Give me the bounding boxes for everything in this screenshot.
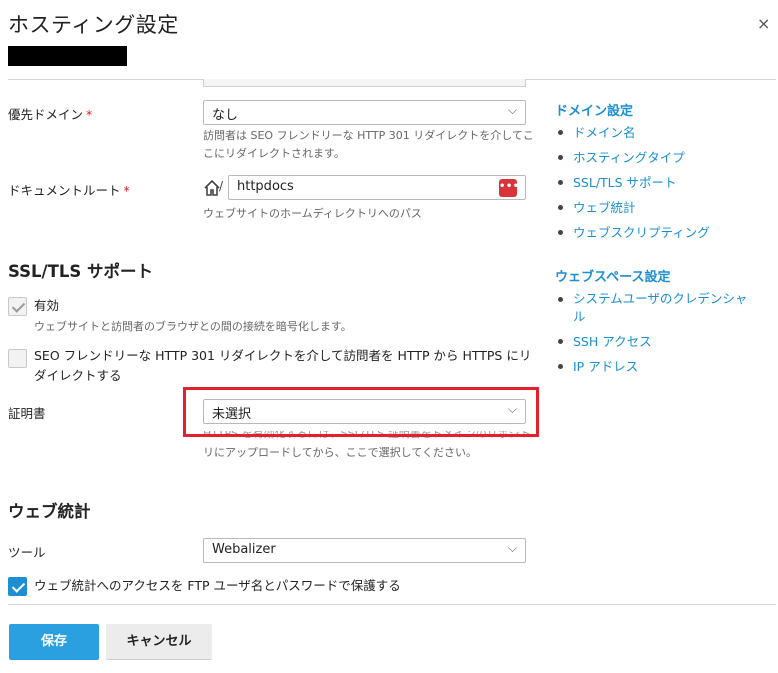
document-root-value: httpdocs xyxy=(237,179,294,194)
cancel-button[interactable]: キャンセル xyxy=(106,624,212,660)
chevron-down-icon: ⌵ xyxy=(507,541,517,555)
preferred-domain-value: なし xyxy=(212,108,239,123)
sidebar-item-ssl[interactable]: SSL/TLS サポート xyxy=(556,170,710,195)
preferred-domain-hint-line2: こにリダイレクトされます。 xyxy=(203,147,345,160)
sidebar-webspace-list: システムユーザのクレデンシャル SSH アクセス IP アドレス xyxy=(556,286,756,379)
sidebar-webspace-heading[interactable]: ウェブスペース設定 xyxy=(555,266,670,285)
stats-tool-value: Webalizer xyxy=(212,542,276,557)
dialog-title: ホスティング設定 xyxy=(8,13,179,37)
stats-tool-label: ツール xyxy=(8,545,46,560)
ssl-enabled-hint: ウェブサイトと訪問者のブラウザとの間の接続を暗号化します。 xyxy=(34,320,352,333)
sidebar-domain-heading[interactable]: ドメイン設定 xyxy=(555,100,633,119)
browse-folder-icon[interactable]: ••• xyxy=(499,179,519,197)
certificate-hint-line2: リにアップロードしてから、ここで選択してください。 xyxy=(203,446,478,459)
stats-protect-label: ウェブ統計へのアクセスを FTP ユーザ名とパスワードで保護する xyxy=(34,578,401,593)
document-root-input[interactable]: httpdocs ••• xyxy=(228,175,526,200)
ssl-enabled-label: 有効 xyxy=(34,298,60,313)
preferred-domain-hint: 訪問者は SEO フレンドリーな HTTP 301 リダイレクトを介してこ こに… xyxy=(203,127,534,163)
https-redirect-label: SEO フレンドリーな HTTP 301 リダイレクトを介して訪問者を HTTP… xyxy=(34,346,531,386)
https-redirect-label-line1: SEO フレンドリーな HTTP 301 リダイレクトを介して訪問者を HTTP… xyxy=(34,348,532,363)
stats-protect-checkbox[interactable] xyxy=(8,577,27,596)
document-root-label-text: ドキュメントルート xyxy=(8,183,121,198)
sidebar-item-web-stats[interactable]: ウェブ統計 xyxy=(556,195,710,220)
preferred-domain-label: 優先ドメイン * xyxy=(8,104,92,123)
document-root-prefix: / xyxy=(219,179,224,193)
preferred-domain-select[interactable]: なし ⌵ xyxy=(203,100,526,125)
redacted-domain-name xyxy=(8,46,127,66)
save-button[interactable]: 保存 xyxy=(9,624,99,660)
annotation-highlight-box xyxy=(183,387,539,437)
https-redirect-checkbox[interactable] xyxy=(8,349,27,368)
sidebar-item-web-scripting[interactable]: ウェブスクリプティング xyxy=(556,220,710,245)
sidebar-item-hosting-type[interactable]: ホスティングタイプ xyxy=(556,145,710,170)
sidebar-item-system-user[interactable]: システムユーザのクレデンシャル xyxy=(556,286,756,329)
required-mark: * xyxy=(123,183,130,198)
sidebar-item-ip[interactable]: IP アドレス xyxy=(556,354,756,379)
chevron-down-icon: ⌵ xyxy=(507,103,517,117)
close-icon[interactable]: × xyxy=(757,14,770,33)
sidebar-item-ssh[interactable]: SSH アクセス xyxy=(556,329,756,354)
preferred-domain-label-text: 優先ドメイン xyxy=(8,107,84,122)
ssl-enabled-checkbox[interactable] xyxy=(8,297,27,316)
stats-tool-select[interactable]: Webalizer ⌵ xyxy=(203,538,526,563)
footer-divider xyxy=(8,604,776,605)
certificate-label: 証明書 xyxy=(8,406,46,421)
document-root-hint: ウェブサイトのホームディレクトリへのパス xyxy=(203,207,422,220)
https-redirect-label-line2: ダイレクトする xyxy=(34,368,122,383)
document-root-label: ドキュメントルート * xyxy=(8,180,130,199)
partial-field-above xyxy=(203,79,526,87)
preferred-domain-hint-line1: 訪問者は SEO フレンドリーな HTTP 301 リダイレクトを介してこ xyxy=(203,129,534,142)
ssl-section-title: SSL/TLS サポート xyxy=(8,262,153,281)
sidebar-domain-list: ドメイン名 ホスティングタイプ SSL/TLS サポート ウェブ統計 ウェブスク… xyxy=(556,120,710,245)
required-mark: * xyxy=(86,107,93,122)
sidebar-item-domain-name[interactable]: ドメイン名 xyxy=(556,120,710,145)
stats-section-title: ウェブ統計 xyxy=(8,502,91,521)
